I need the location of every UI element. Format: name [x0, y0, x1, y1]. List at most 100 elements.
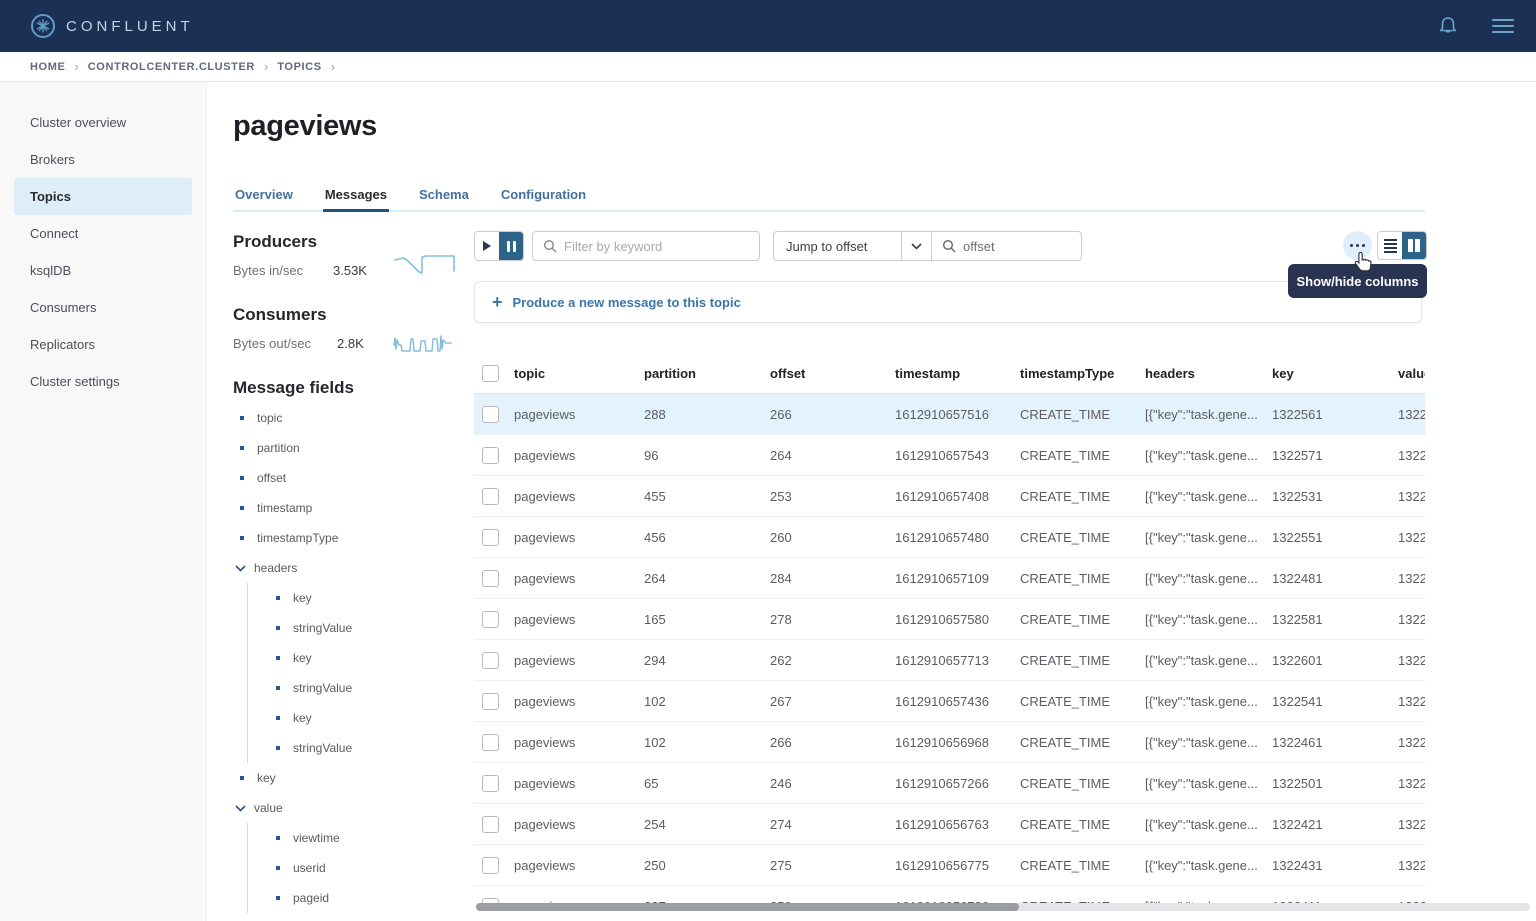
table-row[interactable]: pageviews2642841612910657109CREATE_TIME[… [474, 558, 1425, 599]
cell-headers: [{"key":"task.gene... [1145, 448, 1272, 463]
tree-item-timestamp[interactable]: timestamp [233, 493, 463, 523]
cell-timestamp: 1612910657516 [895, 407, 1020, 422]
tab-messages[interactable]: Messages [323, 181, 389, 212]
sidebar-item-connect[interactable]: Connect [0, 215, 206, 252]
tab-overview[interactable]: Overview [233, 181, 295, 210]
cell-timestampType: CREATE_TIME [1020, 571, 1145, 586]
tab-schema[interactable]: Schema [417, 181, 471, 210]
tree-item-userid[interactable]: userid [247, 853, 463, 883]
tree-item-timestampType[interactable]: timestampType [233, 523, 463, 553]
sidebar-item-brokers[interactable]: Brokers [0, 141, 206, 178]
tree-item-headers[interactable]: headers [233, 553, 463, 583]
chevron-down-icon[interactable] [901, 232, 932, 260]
sidebar-item-ksqldb[interactable]: ksqlDB [0, 252, 206, 289]
tree-item-offset[interactable]: offset [233, 463, 463, 493]
cell-offset: 262 [770, 653, 895, 668]
sidebar-item-cluster-settings[interactable]: Cluster settings [0, 363, 206, 400]
row-checkbox[interactable] [482, 816, 499, 833]
row-checkbox[interactable] [482, 447, 499, 464]
column-header-timestampType[interactable]: timestampType [1020, 366, 1145, 381]
menu-hamburger-icon[interactable] [1492, 19, 1514, 33]
breadcrumb-item[interactable]: CONTROLCENTER.CLUSTER [88, 61, 255, 73]
cell-partition: 294 [644, 653, 770, 668]
table-row[interactable]: pageviews962641612910657543CREATE_TIME[{… [474, 435, 1425, 476]
row-checkbox[interactable] [482, 857, 499, 874]
table-row[interactable]: pageviews1652781612910657580CREATE_TIME[… [474, 599, 1425, 640]
tree-item-key[interactable]: key [233, 763, 463, 793]
column-header-partition[interactable]: partition [644, 366, 770, 381]
consumers-metric-label: Bytes out/sec [233, 336, 311, 351]
row-checkbox[interactable] [482, 652, 499, 669]
tree-item-stringValue[interactable]: stringValue [247, 733, 463, 763]
tree-item-key[interactable]: key [247, 583, 463, 613]
sidebar-item-cluster-overview[interactable]: Cluster overview [0, 104, 206, 141]
produce-message-card[interactable]: + Produce a new message to this topic [474, 281, 1422, 323]
chevron-down-icon[interactable] [235, 805, 246, 812]
cell-partition: 456 [644, 530, 770, 545]
sidebar-item-replicators[interactable]: Replicators [0, 326, 206, 363]
column-header-value[interactable]: value [1398, 366, 1425, 381]
table-row[interactable]: pageviews1022671612910657436CREATE_TIME[… [474, 681, 1425, 722]
table-row[interactable]: pageviews4552531612910657408CREATE_TIME[… [474, 476, 1425, 517]
row-checkbox[interactable] [482, 529, 499, 546]
table-row[interactable]: pageviews2942621612910657713CREATE_TIME[… [474, 640, 1425, 681]
tree-item-viewtime[interactable]: viewtime [247, 823, 463, 853]
play-button[interactable] [475, 232, 499, 260]
pause-button[interactable] [499, 232, 523, 260]
column-header-key[interactable]: key [1272, 366, 1398, 381]
table-row[interactable]: pageviews1022661612910656968CREATE_TIME[… [474, 722, 1425, 763]
produce-message-link[interactable]: Produce a new message to this topic [513, 295, 741, 310]
table-header-row: topicpartitionoffsettimestamptimestampTy… [474, 354, 1425, 394]
tree-item-key[interactable]: key [247, 643, 463, 673]
select-all-checkbox[interactable] [482, 365, 499, 382]
breadcrumb-item[interactable]: HOME [30, 61, 65, 73]
cell-partition: 165 [644, 612, 770, 627]
offset-search-input[interactable]: offset [932, 239, 1081, 254]
tree-item-value[interactable]: value [233, 793, 463, 823]
breadcrumb-item[interactable]: TOPICS [277, 61, 321, 73]
cell-timestampType: CREATE_TIME [1020, 530, 1145, 545]
chevron-down-icon[interactable] [235, 565, 246, 572]
column-header-headers[interactable]: headers [1145, 366, 1272, 381]
tree-item-stringValue[interactable]: stringValue [247, 673, 463, 703]
sidebar-item-topics[interactable]: Topics [14, 178, 192, 215]
tree-item-stringValue[interactable]: stringValue [247, 613, 463, 643]
table-row[interactable]: pageviews4562601612910657480CREATE_TIME[… [474, 517, 1425, 558]
row-checkbox[interactable] [482, 406, 499, 423]
row-checkbox[interactable] [482, 693, 499, 710]
tree-item-key[interactable]: key [247, 703, 463, 733]
column-header-offset[interactable]: offset [770, 366, 895, 381]
cell-headers: [{"key":"task.gene... [1145, 530, 1272, 545]
row-checkbox[interactable] [482, 570, 499, 587]
confluent-logo[interactable]: CONFLUENT [30, 13, 194, 39]
more-options-ellipsis-button[interactable] [1343, 231, 1372, 260]
tab-configuration[interactable]: Configuration [499, 181, 588, 210]
table-row[interactable]: pageviews2272501612910656736CREATE_TIME[… [474, 886, 1425, 903]
sidebar-item-consumers[interactable]: Consumers [0, 289, 206, 326]
table-row[interactable]: pageviews2542741612910656763CREATE_TIME[… [474, 804, 1425, 845]
row-checkbox[interactable] [482, 775, 499, 792]
table-row[interactable]: pageviews652461612910657266CREATE_TIME[{… [474, 763, 1425, 804]
cell-partition: 264 [644, 571, 770, 586]
column-header-timestamp[interactable]: timestamp [895, 366, 1020, 381]
filter-keyword-input[interactable]: Filter by keyword [532, 231, 760, 261]
field-bullet-icon [276, 836, 280, 840]
column-view-button[interactable] [1402, 232, 1426, 259]
tree-item-partition[interactable]: partition [233, 433, 463, 463]
row-checkbox[interactable] [482, 734, 499, 751]
horizontal-scrollbar-thumb[interactable] [476, 903, 1019, 911]
cell-timestamp: 1612910656763 [895, 817, 1020, 832]
table-row[interactable]: pageviews2502751612910656775CREATE_TIME[… [474, 845, 1425, 886]
tree-item-pageid[interactable]: pageid [247, 883, 463, 913]
row-checkbox[interactable] [482, 611, 499, 628]
list-view-button[interactable] [1378, 232, 1402, 259]
jump-to-offset-select[interactable]: Jump to offset [774, 239, 901, 254]
column-header-topic[interactable]: topic [514, 366, 644, 381]
cell-headers: [{"key":"task.gene... [1145, 407, 1272, 422]
horizontal-scrollbar-track[interactable] [476, 903, 1530, 911]
notifications-bell-icon[interactable] [1438, 15, 1458, 37]
field-label: key [257, 771, 276, 785]
row-checkbox[interactable] [482, 488, 499, 505]
table-row[interactable]: pageviews2882661612910657516CREATE_TIME[… [474, 394, 1425, 435]
tree-item-topic[interactable]: topic [233, 403, 463, 433]
